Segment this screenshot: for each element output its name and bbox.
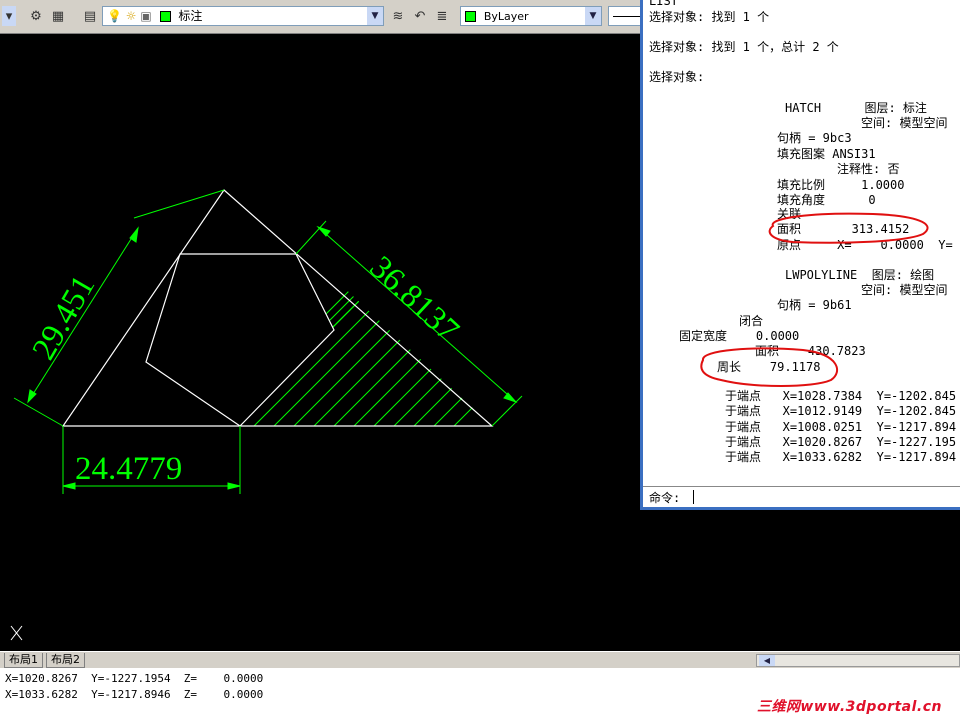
layer-combo[interactable]: 💡 ☼ ▣ 标注 ▼ [102, 6, 384, 26]
linetype-sample [613, 16, 643, 17]
drawing-canvas[interactable]: 29.451 36.8137 24.4779 [0, 34, 640, 651]
chevron-down-icon[interactable]: ▼ [585, 7, 601, 25]
text-cursor [693, 490, 694, 504]
dim-right-text: 36.8137 [363, 250, 466, 349]
ucs-icon [10, 625, 23, 641]
history-line: X=1033.6282 Y=-1217.8946 Z= 0.0000 [5, 688, 264, 701]
dim-left-text: 29.451 [26, 269, 103, 366]
dimension-left [13, 189, 225, 427]
area-highlight-circle [768, 212, 929, 244]
dimension-right [295, 220, 523, 427]
layer-name: 标注 [178, 9, 203, 23]
command-input[interactable]: 命令: [643, 486, 960, 507]
layer-manager-icon[interactable]: ▦ [48, 6, 68, 26]
command-prompt: 命令: [649, 491, 681, 505]
layer-settings-icon[interactable]: ⚙ [26, 6, 46, 26]
dim-bottom-text: 24.4779 [75, 451, 182, 487]
make-current-layer-icon[interactable]: ≋ [388, 6, 408, 26]
sun-icon: ☼ [125, 9, 137, 23]
perimeter-highlight-circle [700, 347, 839, 387]
tab-layout2[interactable]: 布局2 [46, 653, 85, 668]
tab-layout1[interactable]: 布局1 [4, 653, 43, 668]
chevron-down-icon[interactable]: ▼ [367, 7, 383, 25]
scroll-left-arrow-icon[interactable]: ◀ [759, 655, 775, 666]
layer-color-swatch [159, 11, 171, 22]
lock-icon: ▣ [140, 9, 152, 23]
color-swatch [465, 11, 476, 22]
pentagon-outline [145, 253, 335, 427]
horizontal-scrollbar[interactable]: ◀ [756, 654, 960, 667]
layers-toolbar: ▾ ⚙ ▦ ▤ 💡 ☼ ▣ 标注 ▼ ≋ ↶ ≣ ByLayer ▼ [0, 0, 643, 34]
dropdown-arrow-icon[interactable]: ▾ [2, 6, 16, 26]
color-value: ByLayer [483, 10, 529, 23]
layer-state-icon[interactable]: ≣ [432, 6, 452, 26]
layer-properties-icon[interactable]: ▤ [80, 6, 100, 26]
text-window: LIST 选择对象: 找到 1 个 选择对象: 找到 1 个，总计 2 个 选择… [640, 0, 960, 510]
command-history: X=1020.8267 Y=-1227.1954 Z= 0.0000 X=103… [0, 668, 960, 720]
layout-tabs-bar: 布局1 布局2 ◀ [0, 651, 960, 669]
drawing-svg: 29.451 36.8137 24.4779 [10, 189, 523, 641]
highlight-marks [700, 212, 929, 387]
linetype-combo[interactable] [608, 6, 643, 26]
watermark: 三维网www.3dportal.cn [756, 699, 942, 715]
history-line: X=1020.8267 Y=-1227.1954 Z= 0.0000 [5, 672, 264, 685]
color-combo[interactable]: ByLayer ▼ [460, 6, 602, 26]
layer-previous-icon[interactable]: ↶ [410, 6, 430, 26]
lightbulb-icon: 💡 [107, 9, 122, 23]
